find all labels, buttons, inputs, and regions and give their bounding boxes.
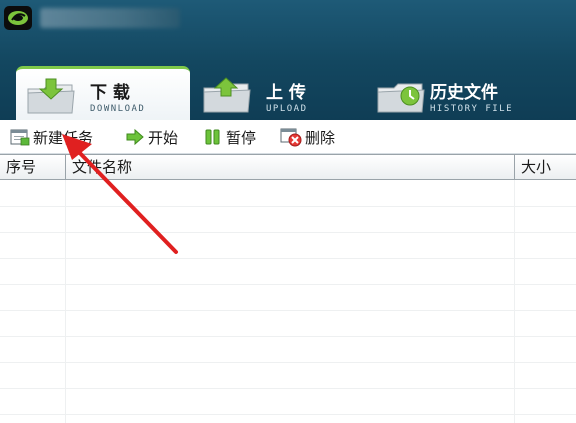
tab-download-label: 下 载 — [90, 83, 130, 103]
app-logo-icon — [3, 5, 33, 31]
column-divider — [514, 180, 515, 423]
play-arrow-icon — [126, 128, 144, 146]
start-button[interactable]: 开始 — [125, 126, 178, 148]
toolbar: 新建任务 开始 暂停 删除 — [0, 120, 576, 154]
tab-upload-label: 上 传 — [266, 83, 306, 103]
row-divider — [0, 232, 576, 233]
row-divider — [0, 206, 576, 207]
pause-label: 暂停 — [226, 128, 257, 147]
row-divider — [0, 310, 576, 311]
column-header-size[interactable]: 大小 — [515, 155, 576, 179]
tab-bar: 下 载 DOWNLOAD 上 传 UPLOAD 历史文件 HISTORY FIL… — [0, 62, 576, 122]
file-list[interactable] — [0, 180, 576, 423]
history-folder-icon — [376, 76, 426, 120]
new-task-button[interactable]: 新建任务 — [10, 126, 93, 148]
delete-button[interactable]: 删除 — [280, 126, 335, 148]
tab-history-file-label: 历史文件 — [430, 83, 498, 103]
pause-icon — [205, 129, 220, 145]
row-divider — [0, 388, 576, 389]
tab-history-file[interactable]: 历史文件 HISTORY FILE — [372, 62, 572, 120]
row-divider — [0, 414, 576, 415]
delete-icon — [280, 128, 302, 147]
delete-label: 删除 — [305, 128, 336, 147]
column-header-filename[interactable]: 文件名称 — [66, 155, 515, 179]
row-divider — [0, 336, 576, 337]
upload-folder-icon — [202, 76, 252, 120]
start-label: 开始 — [148, 128, 179, 147]
app-title-obscured — [40, 8, 180, 28]
file-list-header: 序号 文件名称 大小 — [0, 154, 576, 180]
row-divider — [0, 362, 576, 363]
title-bar — [0, 0, 576, 62]
tab-download[interactable]: 下 载 DOWNLOAD — [16, 66, 190, 122]
column-header-index[interactable]: 序号 — [0, 155, 66, 179]
column-divider — [65, 180, 66, 423]
tab-upload[interactable]: 上 传 UPLOAD — [198, 62, 358, 120]
pause-button[interactable]: 暂停 — [203, 126, 256, 148]
row-divider — [0, 284, 576, 285]
new-task-label: 新建任务 — [33, 128, 94, 147]
new-task-icon — [10, 129, 30, 146]
tab-download-sublabel: DOWNLOAD — [90, 104, 146, 114]
tab-history-file-sublabel: HISTORY FILE — [430, 104, 514, 114]
download-folder-icon — [26, 77, 76, 121]
tab-upload-sublabel: UPLOAD — [266, 104, 308, 114]
row-divider — [0, 258, 576, 259]
